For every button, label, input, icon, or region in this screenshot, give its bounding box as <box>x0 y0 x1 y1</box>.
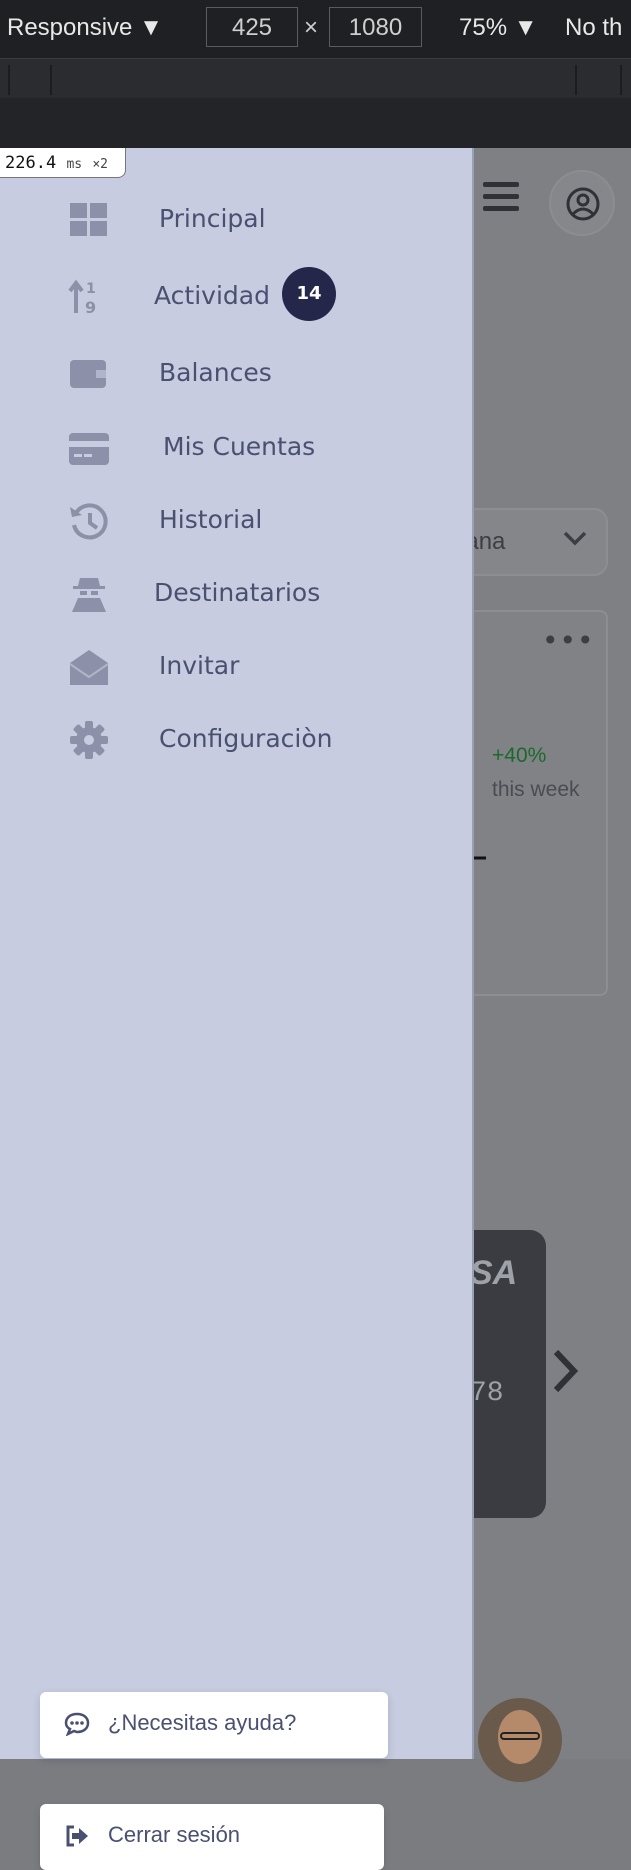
nav-item-actividad[interactable]: 19 Actividad 14 <box>0 267 474 325</box>
nav-item-mis-cuentas[interactable]: Mis Cuentas <box>0 420 474 476</box>
history-icon <box>70 503 108 540</box>
logout-button[interactable]: Cerrar sesión <box>40 1804 384 1870</box>
svg-text:1: 1 <box>86 281 96 297</box>
side-drawer: Principal 19 Actividad 14 Balances Mis C… <box>0 148 474 1870</box>
more-options-icon[interactable]: ••• <box>542 624 595 657</box>
grid-icon <box>70 203 107 236</box>
chevron-down-icon <box>563 531 587 546</box>
width-input[interactable]: 425 <box>206 7 298 47</box>
zoom-select[interactable]: 75% ▼ <box>459 14 537 42</box>
growth-percent: +40% <box>492 744 547 767</box>
wallet-icon <box>70 360 106 388</box>
nav-item-principal[interactable]: Principal <box>0 192 474 248</box>
hamburger-menu-icon[interactable] <box>483 182 519 218</box>
media-query-ruler <box>0 58 631 99</box>
nav-label: Mis Cuentas <box>163 432 316 461</box>
nav-label: Historial <box>159 505 263 534</box>
nav-item-invitar[interactable]: Invitar <box>0 639 474 695</box>
render-timing-badge: 226.4 ms ×2 <box>0 148 126 178</box>
card-brand: SA <box>470 1254 518 1292</box>
nav-label: Invitar <box>159 651 240 680</box>
nav-item-balances[interactable]: Balances <box>0 346 474 402</box>
svg-text:9: 9 <box>85 298 96 317</box>
envelope-open-icon <box>69 650 109 685</box>
sort-numeric-icon: 19 <box>68 279 96 317</box>
nav-label: Balances <box>159 358 272 387</box>
help-label: ¿Necesitas ayuda? <box>108 1710 297 1735</box>
nav-label: Configuraciòn <box>159 724 333 753</box>
throttle-select[interactable]: No th <box>565 14 622 42</box>
device-select[interactable]: Responsive ▼ <box>7 14 163 42</box>
help-button[interactable]: ¿Necesitas ayuda? <box>40 1692 388 1758</box>
nav-label: Actividad <box>154 281 270 310</box>
user-account-icon[interactable] <box>549 170 615 236</box>
gear-icon <box>70 721 108 759</box>
nav-item-historial[interactable]: Historial <box>0 493 474 549</box>
profile-photo <box>478 1698 562 1782</box>
dimension-separator: × <box>304 14 319 41</box>
nav-item-destinatarios[interactable]: Destinatarios <box>0 566 474 622</box>
logout-label: Cerrar sesión <box>108 1822 241 1847</box>
nav-label: Principal <box>159 204 266 233</box>
credit-card-icon <box>69 433 109 465</box>
chevron-right-icon[interactable] <box>550 1346 582 1396</box>
growth-period: this week <box>492 778 580 801</box>
chat-icon <box>64 1712 90 1736</box>
devtools-toolbar: Responsive ▼ 425 × 1080 75% ▼ No th <box>0 0 631 58</box>
user-secret-icon <box>72 578 106 612</box>
nav-label: Destinatarios <box>154 578 321 607</box>
timing-unit: ms <box>66 157 83 172</box>
sign-out-icon <box>66 1825 88 1847</box>
ruler-band <box>0 98 631 148</box>
card-number: 78 <box>470 1378 504 1409</box>
timing-value: 226.4 <box>5 153 57 173</box>
activity-count-badge: 14 <box>282 267 336 321</box>
timing-multiplier: ×2 <box>92 157 108 172</box>
nav-item-configuracion[interactable]: Configuraciòn <box>0 712 474 768</box>
height-input[interactable]: 1080 <box>329 7 422 47</box>
